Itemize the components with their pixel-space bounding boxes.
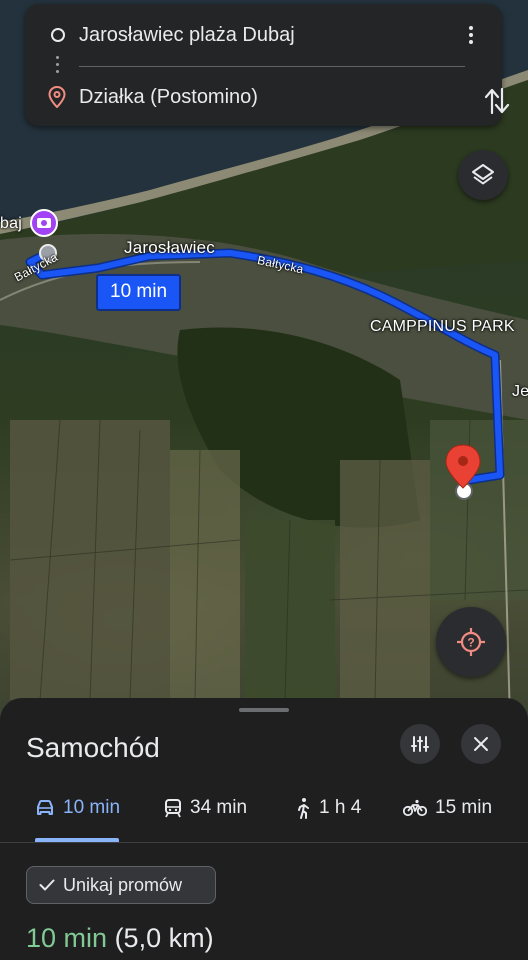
map-label-dubaj: baj: [0, 215, 22, 232]
sheet-drag-handle[interactable]: [239, 708, 289, 712]
origin-field[interactable]: Jarosławiec plaża Dubaj: [79, 24, 295, 47]
directions-bottom-sheet: Samochód 10 min 34 min 1 h 4 15 min Unik…: [0, 698, 528, 960]
transit-icon: [165, 799, 181, 818]
origin-circle-icon: [51, 28, 65, 42]
check-icon: [39, 879, 55, 891]
tab-car-label: 10 min: [63, 797, 121, 818]
route-eta-bubble[interactable]: 10 min: [96, 274, 182, 311]
map-label-edge: Je: [512, 383, 528, 400]
map-label-park: CAMPPINUS PARK: [370, 318, 515, 335]
travel-mode-tabs: 10 min 34 min 1 h 4 15 min: [0, 788, 528, 842]
close-icon: [474, 737, 488, 751]
destination-pin-small-icon: [48, 86, 66, 108]
avoid-ferries-chip[interactable]: Unikaj promów: [26, 866, 216, 904]
more-options-icon[interactable]: [461, 26, 481, 52]
close-button[interactable]: [461, 724, 501, 764]
tab-walk-label: 1 h 4: [319, 797, 362, 818]
tab-car[interactable]: 10 min: [35, 788, 120, 828]
tab-transit[interactable]: 34 min: [164, 788, 247, 828]
route-options-button[interactable]: [400, 724, 440, 764]
destination-field[interactable]: Działka (Postomino): [79, 86, 258, 109]
travel-mode-title: Samochód: [26, 732, 160, 763]
tab-walk[interactable]: 1 h 4: [295, 788, 361, 828]
tune-icon: [411, 736, 429, 752]
my-location-button[interactable]: ?: [436, 607, 506, 677]
layers-button[interactable]: [458, 150, 508, 200]
svg-text:?: ?: [467, 636, 474, 650]
walk-icon: [298, 798, 309, 819]
route-dots-icon: [56, 56, 59, 77]
tabs-divider: [0, 842, 528, 843]
location-unknown-icon: ?: [457, 628, 485, 656]
tab-bike[interactable]: 15 min: [403, 788, 492, 828]
avoid-ferries-label: Unikaj promów: [63, 874, 183, 895]
tab-bike-label: 15 min: [435, 797, 493, 818]
camera-poi-icon: [30, 209, 58, 237]
swap-directions-icon[interactable]: [483, 86, 511, 116]
layers-icon: [472, 164, 494, 185]
tab-transit-label: 34 min: [190, 797, 248, 818]
route-card-divider: [79, 66, 465, 67]
route-duration: 10 min: [26, 923, 108, 953]
car-icon: [37, 800, 53, 815]
route-summary: 10 min (5,0 km): [26, 923, 214, 954]
route-card: Jarosławiec plaża Dubaj Działka (Postomi…: [25, 4, 510, 126]
bike-icon: [403, 799, 427, 817]
map-label-town: Jarosławiec: [124, 238, 216, 257]
route-distance: (5,0 km): [114, 923, 214, 953]
